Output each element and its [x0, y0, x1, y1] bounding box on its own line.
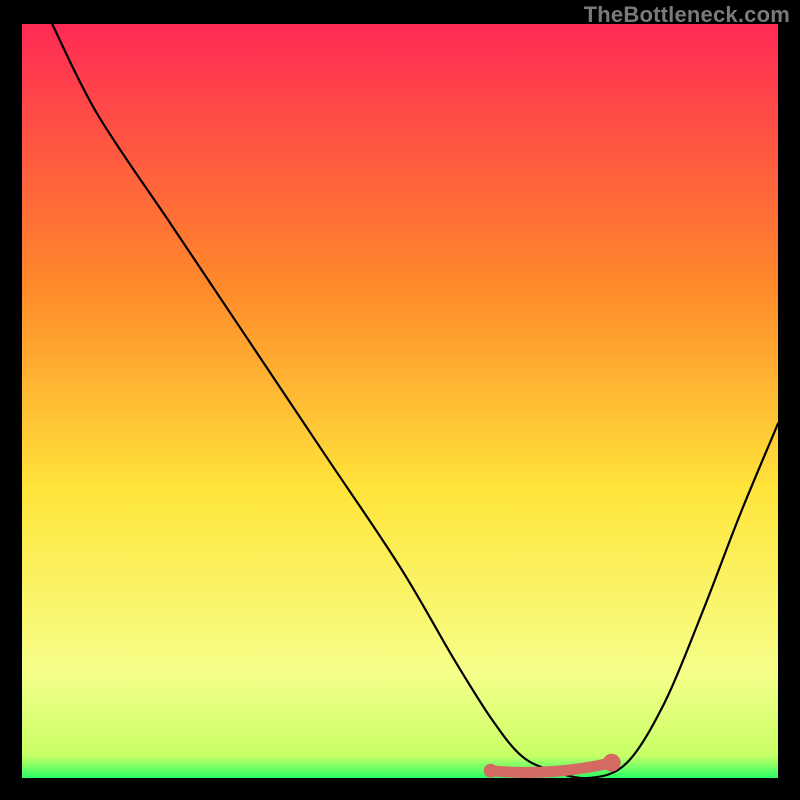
- chart-frame: TheBottleneck.com: [0, 0, 800, 800]
- watermark-label: TheBottleneck.com: [584, 2, 790, 28]
- plot-area: [22, 24, 778, 778]
- optimal-region-marker: [22, 24, 778, 778]
